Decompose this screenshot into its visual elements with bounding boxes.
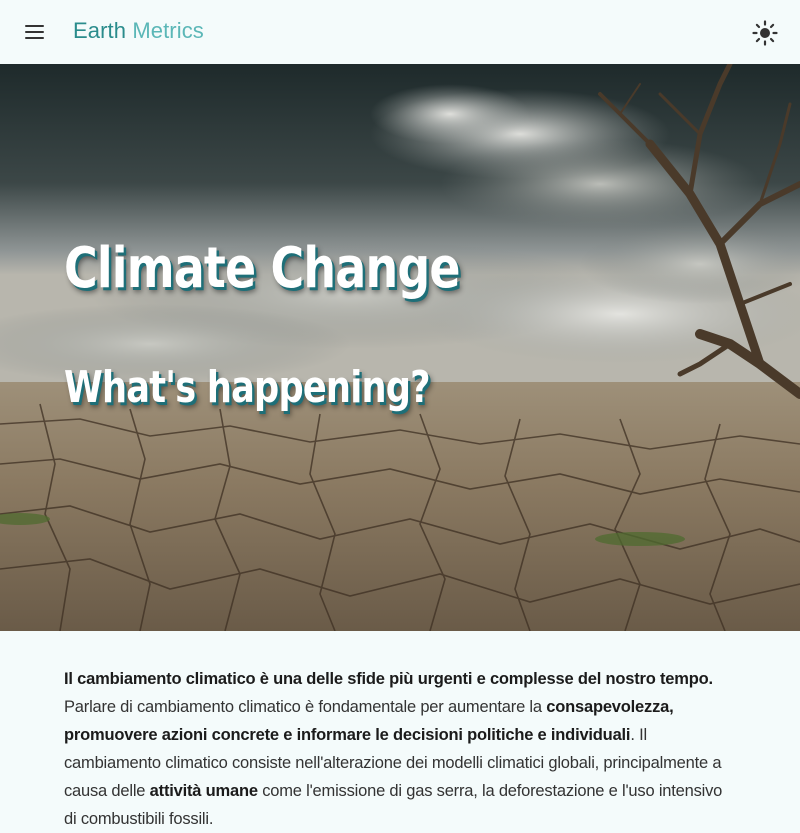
brand-text-metrics: Metrics xyxy=(132,18,204,43)
cracked-earth-image xyxy=(0,64,800,631)
intro-bold-2: attività umane xyxy=(149,782,258,800)
intro-paragraph: Il cambiamento climatico è una delle sfi… xyxy=(64,665,736,833)
intro-text-1: Parlare di cambiamento climatico è fonda… xyxy=(64,698,547,716)
hero-title: Climate Change xyxy=(64,236,461,301)
intro-lead-bold: Il cambiamento climatico è una delle sfi… xyxy=(64,670,713,688)
brand-logo[interactable]: Earth Metrics xyxy=(73,18,204,44)
intro-section: Il cambiamento climatico è una delle sfi… xyxy=(64,665,736,833)
hero-subtitle: What's happening? xyxy=(64,362,431,413)
brand-text-earth: Earth xyxy=(73,18,127,43)
hamburger-menu-icon[interactable] xyxy=(22,20,48,44)
sun-icon[interactable] xyxy=(751,19,779,47)
hero-banner: Climate Change What's happening? xyxy=(0,64,800,631)
top-app-bar: Earth Metrics xyxy=(0,0,800,64)
